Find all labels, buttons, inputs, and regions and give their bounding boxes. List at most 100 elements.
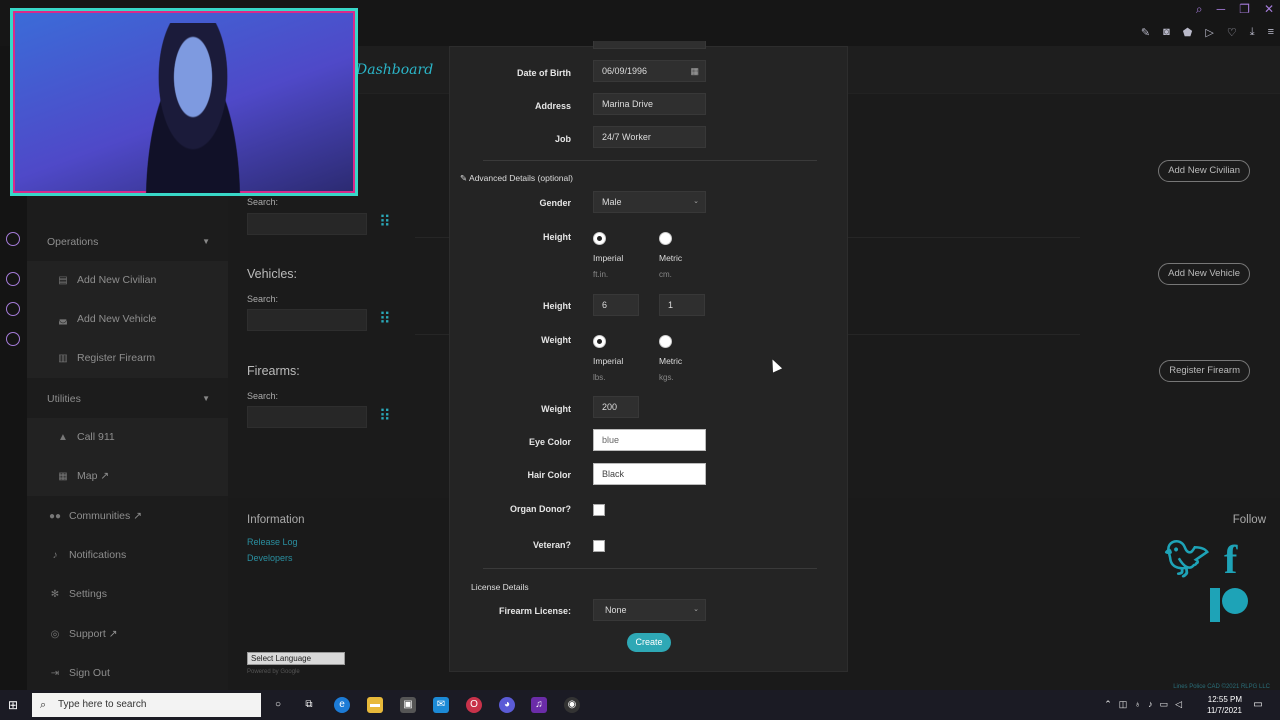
- grid-view-icon[interactable]: ⠿: [379, 214, 397, 232]
- car-icon: ◛: [58, 314, 68, 325]
- obs-icon[interactable]: ◉: [564, 697, 580, 713]
- sidebar-item-support[interactable]: ◎ Support ↗: [27, 615, 228, 654]
- weight-imperial-label: Imperial: [593, 356, 624, 366]
- task-view-icon[interactable]: ⧉: [301, 697, 317, 713]
- address-input[interactable]: Marina Drive: [593, 93, 706, 115]
- developers-link[interactable]: Developers: [247, 553, 293, 563]
- play-icon[interactable]: ▷: [1205, 26, 1213, 39]
- job-input[interactable]: 24/7 Worker: [593, 126, 706, 148]
- download-icon[interactable]: ⤓: [1250, 26, 1255, 39]
- sidebar-item-notifications[interactable]: ♪ Notifications: [27, 536, 228, 575]
- windows-start-icon[interactable]: ⊞: [8, 698, 18, 712]
- menu-icon[interactable]: ≡: [1268, 26, 1274, 39]
- add-new-civilian-button[interactable]: Add New Civilian: [1158, 160, 1250, 182]
- edge-icon[interactable]: e: [334, 697, 350, 713]
- height-metric-unit: cm.: [659, 270, 672, 279]
- globe-icon: ◎: [50, 629, 60, 640]
- gender-select[interactable]: Male ⌄: [593, 191, 706, 213]
- language-select[interactable]: Select Language: [247, 652, 345, 665]
- eye-color-input[interactable]: blue: [593, 429, 706, 451]
- discord-icon[interactable]: ◕: [499, 697, 515, 713]
- grid-view-icon[interactable]: ⠿: [379, 408, 397, 426]
- opera-icon[interactable]: O: [466, 697, 482, 713]
- calendar-icon[interactable]: ▦: [690, 61, 699, 81]
- height-inches-input[interactable]: 1: [659, 294, 705, 316]
- sidebar-item-label: Add New Civilian: [77, 274, 157, 286]
- firearms-search-input[interactable]: [247, 406, 367, 428]
- gender-value: Male: [602, 197, 622, 207]
- sidebar-item-sign-out[interactable]: ⇥ Sign Out: [27, 654, 228, 693]
- grid-view-icon[interactable]: ⠿: [379, 311, 397, 329]
- dob-label: Date of Birth: [517, 68, 571, 78]
- history-icon[interactable]: [6, 272, 20, 286]
- sidebar-item-settings[interactable]: ✻ Settings: [27, 575, 228, 614]
- caret-down-icon: ▼: [202, 237, 210, 246]
- hair-color-input[interactable]: Black: [593, 463, 706, 485]
- player-icon[interactable]: [6, 232, 20, 246]
- sidebar-group-operations[interactable]: Operations ▼: [27, 223, 228, 261]
- camera-icon[interactable]: ◙: [1163, 26, 1170, 39]
- organ-donor-checkbox[interactable]: [593, 504, 605, 516]
- chevron-up-icon[interactable]: ⌃: [1104, 699, 1112, 710]
- speaker-icon[interactable]: ◁: [1175, 699, 1182, 710]
- weight-imperial-radio[interactable]: [593, 335, 606, 348]
- file-explorer-icon[interactable]: ▬: [367, 697, 383, 713]
- sidebar-item-map[interactable]: ▦ Map ↗: [27, 457, 228, 496]
- height-imperial-radio[interactable]: [593, 232, 606, 245]
- weight-metric-radio[interactable]: [659, 335, 672, 348]
- minimize-icon[interactable]: ─: [1217, 2, 1226, 17]
- gear-icon: ✻: [50, 589, 60, 600]
- powered-by-text: Powered by Google: [247, 669, 300, 675]
- civilians-search-label: Search:: [247, 197, 279, 207]
- create-button[interactable]: Create: [627, 633, 671, 652]
- cube-icon[interactable]: [6, 302, 20, 316]
- taskbar-clock[interactable]: 12:55 PM 11/7/2021: [1207, 694, 1242, 716]
- release-log-link[interactable]: Release Log: [247, 537, 298, 547]
- name-input-partial[interactable]: [593, 41, 706, 49]
- display-icon[interactable]: ▭: [1160, 699, 1169, 710]
- mail-icon[interactable]: ✉: [433, 697, 449, 713]
- firearm-license-select[interactable]: None ⌄: [593, 599, 706, 621]
- vehicles-search-input[interactable]: [247, 309, 367, 331]
- cortana-icon[interactable]: ○: [270, 697, 286, 713]
- weight-input[interactable]: 200: [593, 396, 639, 418]
- close-icon[interactable]: ✕: [1264, 2, 1274, 17]
- civilians-search-input[interactable]: [247, 213, 367, 235]
- sidebar-group-utilities[interactable]: Utilities ▼: [27, 380, 228, 418]
- music-app-icon[interactable]: ♫: [531, 697, 547, 713]
- facebook-icon[interactable]: f: [1224, 536, 1237, 583]
- dob-input[interactable]: 06/09/1996 ▦: [593, 60, 706, 82]
- follow-heading: Follow: [1232, 514, 1266, 526]
- external-link-icon: ↗: [100, 470, 110, 482]
- sidebar-item-call-911[interactable]: ▲ Call 911: [27, 418, 228, 457]
- add-new-vehicle-button[interactable]: Add New Vehicle: [1158, 263, 1250, 285]
- restore-icon[interactable]: ❐: [1239, 2, 1250, 17]
- dashboard-title: Dashboard: [356, 62, 434, 78]
- sidebar-item-add-civilian[interactable]: ▤ Add New Civilian: [27, 261, 228, 300]
- volume-icon[interactable]: ♪: [1148, 699, 1153, 710]
- gear-icon[interactable]: [6, 332, 20, 346]
- microphone-icon[interactable]: ♁: [1134, 699, 1141, 710]
- network-icon[interactable]: ◫: [1119, 699, 1128, 710]
- chevron-down-icon: ⌄: [693, 198, 699, 205]
- height-feet-input[interactable]: 6: [593, 294, 639, 316]
- taskbar-search-box[interactable]: ⌕ Type here to search: [32, 693, 261, 717]
- height-metric-radio[interactable]: [659, 232, 672, 245]
- sidebar-item-register-firearm[interactable]: ▥ Register Firearm: [27, 339, 228, 378]
- search-icon[interactable]: ⌕: [1196, 2, 1203, 17]
- shield-icon[interactable]: ⬟: [1183, 26, 1193, 39]
- notification-center-icon[interactable]: ▭: [1250, 697, 1266, 713]
- twitter-icon[interactable]: 🐦︎: [1164, 538, 1210, 580]
- patreon-icon[interactable]: [1210, 588, 1220, 622]
- veteran-checkbox[interactable]: [593, 540, 605, 552]
- store-icon[interactable]: ▣: [400, 697, 416, 713]
- register-firearm-button[interactable]: Register Firearm: [1159, 360, 1250, 382]
- edit-icon[interactable]: ✎: [1141, 26, 1150, 39]
- advanced-details-toggle[interactable]: ✎ Advanced Details (optional): [460, 173, 573, 184]
- height-imperial-unit: ft.in.: [593, 270, 609, 279]
- sidebar-item-add-vehicle[interactable]: ◛ Add New Vehicle: [27, 300, 228, 339]
- firearm-license-value: None: [605, 605, 627, 615]
- heart-icon[interactable]: ♡: [1227, 26, 1237, 39]
- external-link-icon: ↗: [133, 510, 143, 522]
- sidebar-item-communities[interactable]: ●● Communities ↗: [27, 497, 228, 536]
